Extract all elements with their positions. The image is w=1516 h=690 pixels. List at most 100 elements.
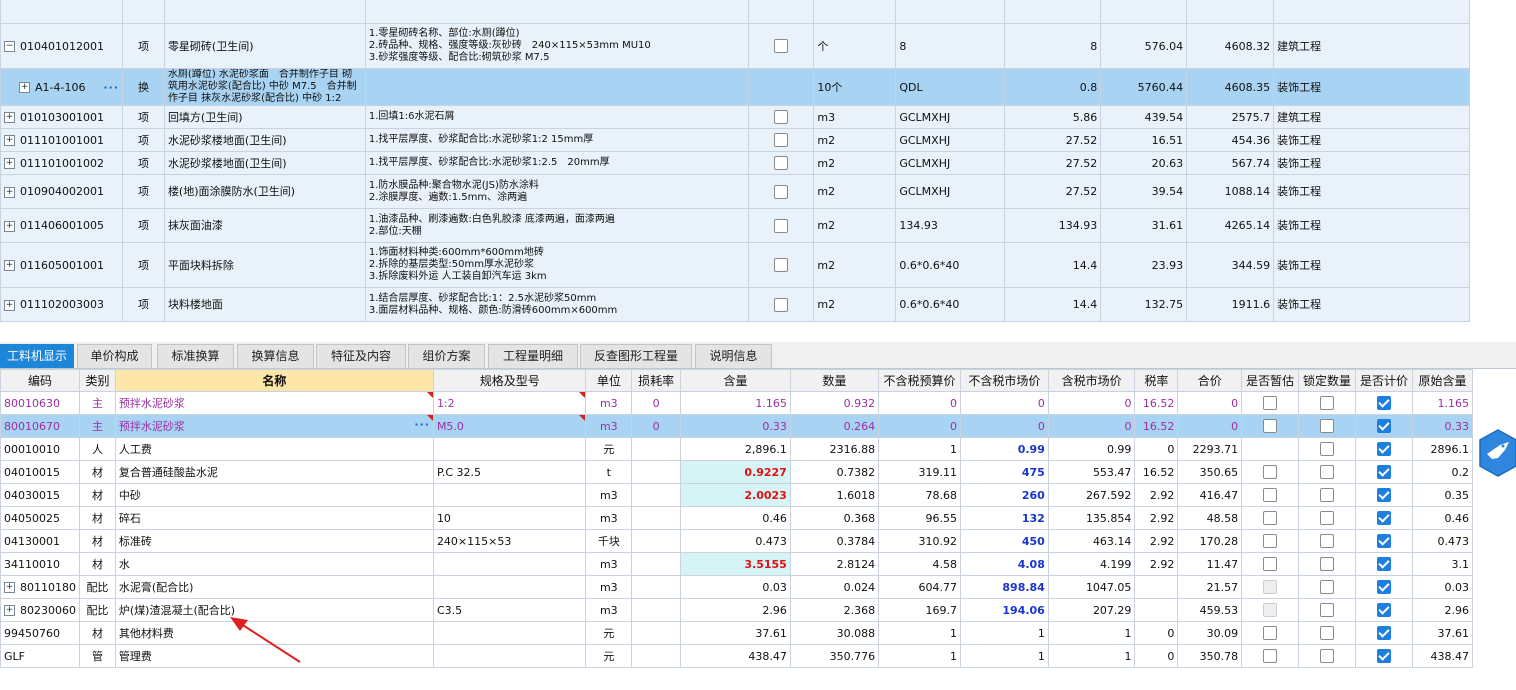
resource-tax-rate[interactable]: 16.52 xyxy=(1134,460,1179,484)
column-header[interactable]: 是否暂估 xyxy=(1241,369,1300,392)
expand-toggle-icon[interactable]: + xyxy=(4,299,15,311)
resource-taxed-price[interactable]: 0 xyxy=(1047,414,1136,438)
lock-quantity-cell[interactable] xyxy=(1298,598,1357,622)
resource-loss-rate[interactable] xyxy=(631,575,682,599)
is-priced-cell[interactable] xyxy=(1355,391,1413,415)
is-estimated-cell[interactable] xyxy=(1241,414,1300,438)
is-priced-cell[interactable] xyxy=(1355,575,1413,599)
resource-code-cell[interactable]: 80010670 xyxy=(0,414,80,438)
resource-taxed-price[interactable]: 1 xyxy=(1047,644,1136,668)
is-priced-cell[interactable] xyxy=(1355,621,1413,645)
bill-code-cell[interactable]: +011605001001 xyxy=(0,242,123,288)
resource-market-price[interactable]: 4.08 xyxy=(960,552,1049,576)
bill-row[interactable]: +011101001002 项水泥砂浆楼地面(卫生间) 1.找平层厚度、砂浆配合比:… xyxy=(0,151,1470,175)
column-header[interactable]: 含税市场价 xyxy=(1047,369,1136,392)
checkbox[interactable] xyxy=(1376,419,1391,433)
checkbox[interactable] xyxy=(1320,488,1335,502)
resource-spec[interactable] xyxy=(432,621,587,645)
resource-taxed-price[interactable]: 267.592 xyxy=(1047,483,1136,507)
resource-loss-rate[interactable] xyxy=(631,598,682,622)
resource-taxed-price[interactable]: 463.14 xyxy=(1047,529,1136,553)
is-estimated-cell[interactable] xyxy=(1241,598,1300,622)
more-options-icon[interactable]: ··· xyxy=(414,418,430,431)
is-priced-cell[interactable] xyxy=(1355,529,1413,553)
checkbox[interactable] xyxy=(1263,419,1278,433)
column-header[interactable]: 锁定数量 xyxy=(1298,369,1357,392)
is-estimated-cell[interactable] xyxy=(1241,644,1300,668)
checkbox[interactable] xyxy=(774,39,789,53)
resource-spec[interactable] xyxy=(432,552,587,576)
lock-quantity-cell[interactable] xyxy=(1298,391,1357,415)
resource-loss-rate[interactable] xyxy=(631,552,682,576)
resource-name[interactable]: 人工费 xyxy=(114,437,434,461)
resource-row[interactable]: 04050025 材碎石 10 m3 0.46 0.368 96.55 132 135.854 2… xyxy=(0,506,1474,530)
checkbox[interactable] xyxy=(1263,488,1278,502)
column-header[interactable]: 编码 xyxy=(0,369,80,392)
resource-name[interactable]: 水 xyxy=(114,552,434,576)
checkbox[interactable] xyxy=(1320,626,1335,640)
resource-name[interactable]: 预拌水泥砂浆 ··· xyxy=(114,414,434,438)
resource-row[interactable]: 04030015 材中砂 m3 2.0023 1.6018 78.68 260 267.592… xyxy=(0,483,1474,507)
resource-market-price[interactable]: 0 xyxy=(960,391,1049,415)
bill-select-cell[interactable] xyxy=(748,128,815,152)
resource-market-price[interactable]: 1 xyxy=(960,644,1049,668)
checkbox[interactable] xyxy=(1320,419,1335,433)
bill-row[interactable]: +010103001001 项回填方(卫生间) 1.回填1:6水泥石屑 m3 GCLMX… xyxy=(0,105,1470,129)
resource-row[interactable]: +80110180 配比 水泥膏(配合比) m3 0.03 0.024 604.77 898.… xyxy=(0,575,1474,599)
resource-taxed-price[interactable]: 0.99 xyxy=(1047,437,1136,461)
resource-tax-rate[interactable]: 2.92 xyxy=(1134,552,1179,576)
resource-content[interactable]: 3.5155 xyxy=(680,552,791,576)
resource-market-price[interactable]: 1 xyxy=(960,621,1049,645)
column-header[interactable]: 税率 xyxy=(1134,369,1179,392)
resource-row[interactable]: 00010010 人人工费元 2,896.1 2316.88 1 0.99 0.99 0 229… xyxy=(0,437,1474,461)
resource-spec[interactable]: 240×115×53 xyxy=(432,529,587,553)
resource-row[interactable]: 34110010 材水 m3 3.5155 2.8124 4.58 4.08 4.199 2.9… xyxy=(0,552,1474,576)
resource-market-price[interactable]: 450 xyxy=(960,529,1049,553)
lock-quantity-cell[interactable] xyxy=(1298,552,1357,576)
bill-row[interactable]: +011406001005 项抹灰面油漆 1.油漆品种、刷漆遍数:白色乳胶漆 底漆两… xyxy=(0,208,1470,243)
bill-select-cell[interactable] xyxy=(748,23,815,69)
bill-code-cell[interactable]: +010904002001 xyxy=(0,174,123,209)
resource-tax-rate[interactable]: 0 xyxy=(1134,621,1179,645)
resource-tax-rate[interactable] xyxy=(1134,575,1179,599)
resource-loss-rate[interactable]: 0 xyxy=(631,414,682,438)
resource-row[interactable]: 80010630 主预拌水泥砂浆 1:2 m3 0 1.165 0.932 0 0 0 16.52 0… xyxy=(0,391,1474,415)
checkbox[interactable] xyxy=(1263,649,1278,663)
resource-content[interactable]: 1.165 xyxy=(680,391,791,415)
is-estimated-cell[interactable] xyxy=(1241,437,1300,461)
checkbox[interactable] xyxy=(1376,603,1391,617)
tab-4[interactable]: 换算信息 xyxy=(237,344,314,368)
resource-market-price[interactable]: 194.06 xyxy=(960,598,1049,622)
checkbox[interactable] xyxy=(1320,396,1335,410)
bill-code-cell[interactable]: +011101001001 xyxy=(0,128,123,152)
tab-3[interactable]: 标准换算 xyxy=(157,344,234,368)
expand-toggle-icon[interactable]: + xyxy=(4,220,15,232)
bill-code-cell[interactable]: + A1-4-106 ··· xyxy=(0,68,123,106)
tab-1[interactable]: 工料机显示 xyxy=(0,344,74,368)
checkbox[interactable] xyxy=(774,297,789,312)
resource-loss-rate[interactable] xyxy=(631,506,682,530)
checkbox[interactable] xyxy=(1376,626,1391,640)
resource-code-cell[interactable]: 04130001 xyxy=(0,529,80,553)
checkbox[interactable] xyxy=(774,110,789,124)
bill-row[interactable]: +011102003003 项块料楼地面 1.结合层厚度、砂浆配合比:1：2.5水泥… xyxy=(0,287,1470,322)
lock-quantity-cell[interactable] xyxy=(1298,460,1357,484)
bill-row[interactable]: +010904002001 项楼(地)面涂膜防水(卫生间) 1.防水膜品种:聚合物水… xyxy=(0,174,1470,209)
checkbox[interactable] xyxy=(1376,580,1391,594)
checkbox[interactable] xyxy=(1263,626,1278,640)
checkbox[interactable] xyxy=(1263,511,1278,525)
resource-tax-rate[interactable]: 2.92 xyxy=(1134,529,1179,553)
checkbox[interactable] xyxy=(1263,465,1278,479)
lock-quantity-cell[interactable] xyxy=(1298,621,1357,645)
resource-tax-rate[interactable]: 0 xyxy=(1134,644,1179,668)
resource-code-cell[interactable]: 00010010 xyxy=(0,437,80,461)
resource-spec[interactable] xyxy=(432,483,587,507)
column-header[interactable]: 数量 xyxy=(789,369,880,392)
resource-taxed-price[interactable]: 1 xyxy=(1047,621,1136,645)
resource-content[interactable]: 0.03 xyxy=(680,575,791,599)
resource-code-cell[interactable]: 34110010 xyxy=(0,552,80,576)
resource-content[interactable]: 37.61 xyxy=(680,621,791,645)
checkbox[interactable] xyxy=(1376,511,1391,525)
is-priced-cell[interactable] xyxy=(1355,506,1413,530)
resource-taxed-price[interactable]: 0 xyxy=(1047,391,1136,415)
